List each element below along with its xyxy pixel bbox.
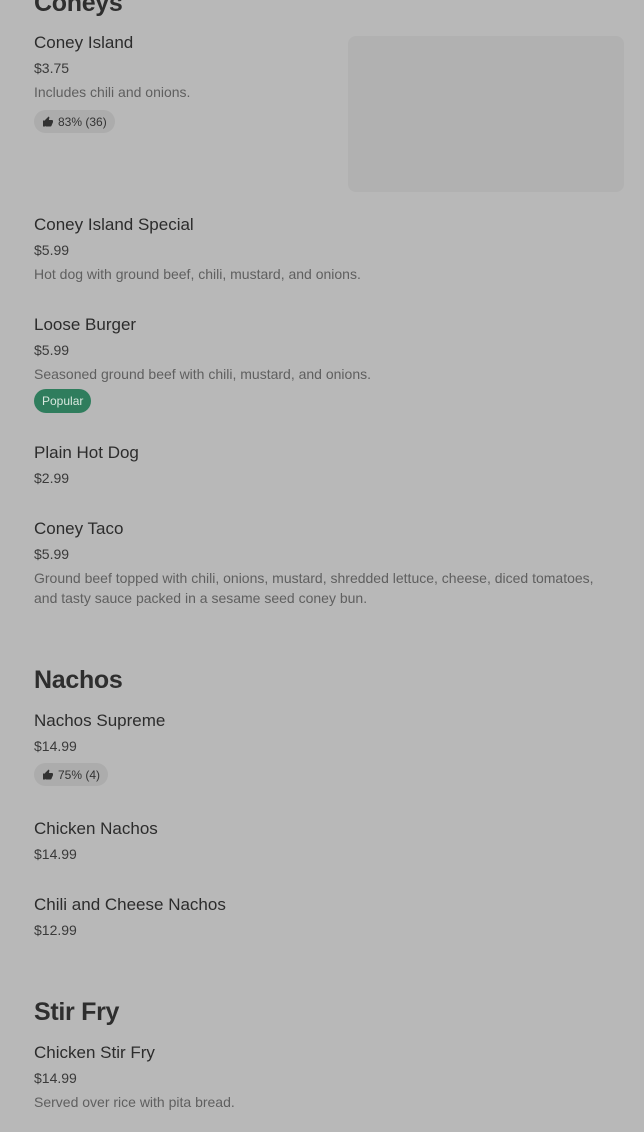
item-name: Nachos Supreme bbox=[34, 711, 166, 730]
menu-item-chicken-nachos[interactable]: Chicken Nachos $14.99 bbox=[34, 819, 610, 863]
section-title-nachos: Nachos bbox=[34, 666, 123, 694]
menu-item-coney-island[interactable]: Coney Island $3.75 Includes chili and on… bbox=[34, 33, 314, 133]
section-title-coneys: Coneys bbox=[34, 0, 123, 17]
item-name: Chicken Stir Fry bbox=[34, 1043, 155, 1062]
item-description: Seasoned ground beef with chili, mustard… bbox=[34, 366, 371, 382]
item-photo-coney-island[interactable] bbox=[348, 36, 624, 192]
item-price: $5.99 bbox=[34, 546, 70, 562]
rating-text: 83% (36) bbox=[58, 114, 107, 129]
item-price: $12.99 bbox=[34, 922, 77, 938]
item-name: Coney Island Special bbox=[34, 215, 194, 234]
thumbs-up-icon bbox=[43, 769, 53, 779]
item-description: Includes chili and onions. bbox=[34, 84, 191, 100]
item-name: Coney Taco bbox=[34, 519, 124, 538]
menu-item-chili-and-cheese-nachos[interactable]: Chili and Cheese Nachos $12.99 bbox=[34, 895, 610, 939]
item-description: Ground beef topped with chili, onions, m… bbox=[34, 570, 594, 606]
menu-item-chicken-stir-fry[interactable]: Chicken Stir Fry $14.99 Served over rice… bbox=[34, 1043, 610, 1112]
menu-item-coney-island-special[interactable]: Coney Island Special $5.99 Hot dog with … bbox=[34, 215, 610, 284]
item-name: Coney Island bbox=[34, 33, 134, 52]
section-title-stir-fry: Stir Fry bbox=[34, 998, 120, 1026]
item-price: $2.99 bbox=[34, 470, 70, 486]
item-price: $5.99 bbox=[34, 342, 70, 358]
item-name: Chicken Nachos bbox=[34, 819, 158, 838]
item-price: $14.99 bbox=[34, 738, 77, 754]
item-price: $5.99 bbox=[34, 242, 70, 258]
menu-item-nachos-supreme[interactable]: Nachos Supreme $14.99 75% (4) bbox=[34, 711, 610, 786]
item-price: $14.99 bbox=[34, 1070, 77, 1086]
item-name: Plain Hot Dog bbox=[34, 443, 139, 462]
item-price: $3.75 bbox=[34, 60, 70, 76]
menu-item-loose-burger[interactable]: Loose Burger $5.99 Seasoned ground beef … bbox=[34, 315, 610, 413]
menu-item-plain-hot-dog[interactable]: Plain Hot Dog $2.99 bbox=[34, 443, 610, 487]
rating-pill: 83% (36) bbox=[34, 110, 115, 133]
popular-badge: Popular bbox=[34, 389, 92, 413]
item-description: Hot dog with ground beef, chili, mustard… bbox=[34, 266, 361, 282]
thumbs-up-icon bbox=[43, 116, 53, 126]
item-name: Chili and Cheese Nachos bbox=[34, 895, 226, 914]
rating-text: 75% (4) bbox=[58, 767, 101, 782]
menu-item-coney-taco[interactable]: Coney Taco $5.99 Ground beef topped with… bbox=[34, 519, 610, 608]
rating-pill: 75% (4) bbox=[34, 763, 109, 786]
item-name: Loose Burger bbox=[34, 315, 137, 334]
menu-page: Coneys Coney Island $3.75 Includes chili… bbox=[0, 0, 644, 1132]
item-price: $14.99 bbox=[34, 846, 77, 862]
item-description: Served over rice with pita bread. bbox=[34, 1094, 235, 1110]
